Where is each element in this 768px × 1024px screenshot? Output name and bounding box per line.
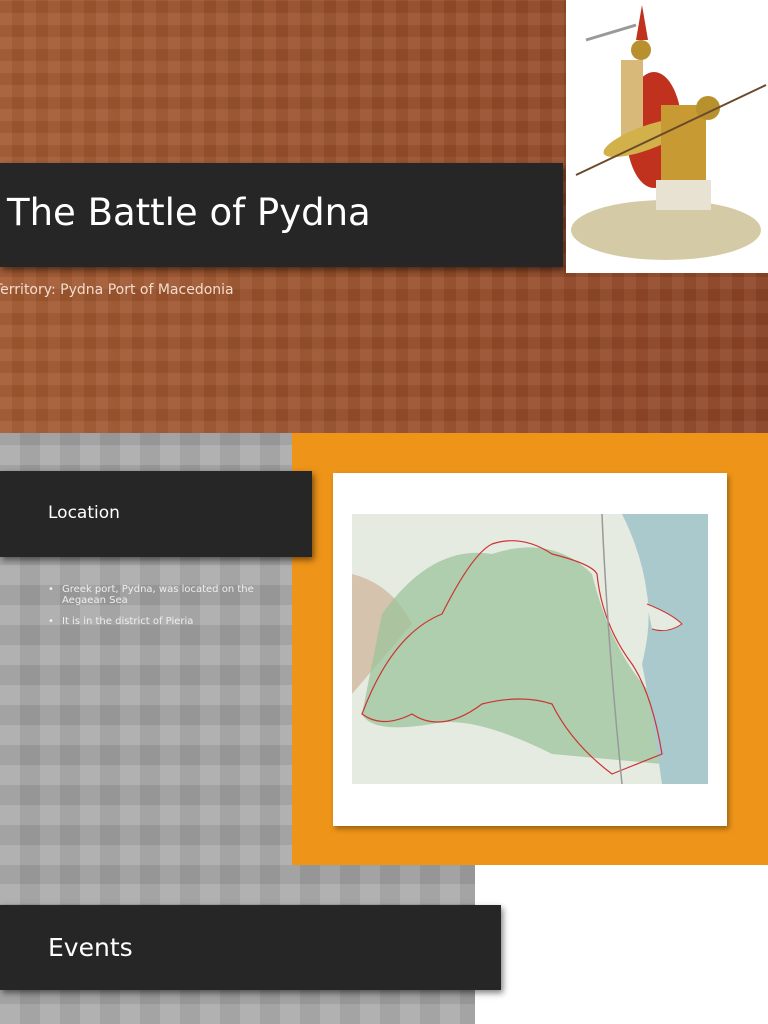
map-frame (333, 473, 727, 826)
pieria-map (352, 514, 708, 784)
bullet-item: Greek port, Pydna, was located on the Ae… (48, 584, 278, 606)
location-bullets: Greek port, Pydna, was located on the Ae… (48, 584, 278, 637)
slide-subtitle: Territory: Pydna Port of Macedonia (0, 282, 234, 298)
bullet-item: It is in the district of Pieria (48, 616, 278, 627)
title-slide: The Battle of Pydna Territory: Pydna Por… (0, 0, 768, 433)
location-heading: Location (48, 503, 120, 523)
location-heading-bar: Location (0, 471, 312, 557)
events-heading-bar: Events (0, 905, 501, 990)
events-heading: Events (48, 933, 133, 962)
location-slide: Location Greek port, Pydna, was located … (0, 433, 768, 865)
title-bar: The Battle of Pydna (0, 163, 563, 267)
warriors-illustration (566, 0, 768, 273)
slide-title: The Battle of Pydna (7, 191, 371, 234)
